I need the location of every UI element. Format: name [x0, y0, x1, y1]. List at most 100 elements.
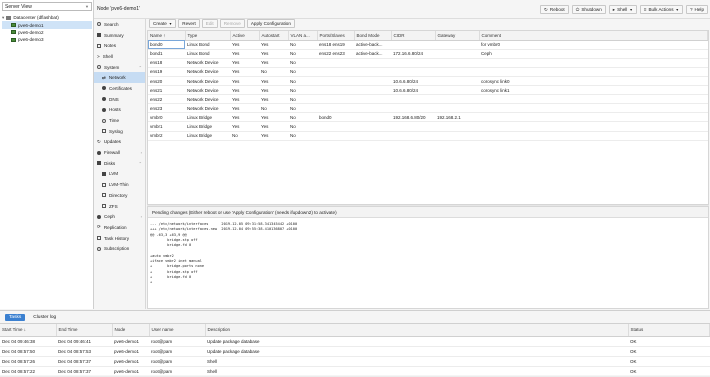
- menu-syslog[interactable]: Syslog: [94, 126, 145, 137]
- column-header[interactable]: Ports/Slaves: [317, 31, 355, 41]
- tree-node-pve6-demo3[interactable]: pve6-demo3: [2, 36, 92, 43]
- table-cell: [317, 103, 354, 114]
- tree-node-pve6-demo1[interactable]: pve6-demo1: [2, 21, 92, 29]
- menu-label: LVM-Thin: [109, 182, 129, 188]
- table-cell: Yes: [230, 67, 259, 77]
- menu-firewall[interactable]: Firewall ›: [94, 147, 145, 158]
- menu-task-history[interactable]: Task History: [94, 233, 145, 244]
- table-cell: pve6-demo1: [112, 356, 149, 367]
- menu-updates[interactable]: ↻ Updates: [94, 137, 145, 148]
- network-row[interactable]: ens21 Network Device Yes Yes No 10.6.6.80/24 c…: [148, 85, 708, 96]
- tree-node-label: pve6-demo1: [18, 22, 44, 28]
- chevron-right-icon: ›: [140, 150, 142, 156]
- datacenter-label: Datacenter (dflashbat): [13, 15, 59, 21]
- menu-system[interactable]: System ⌃: [94, 62, 145, 73]
- table-cell: Shell: [205, 356, 628, 367]
- column-header[interactable]: CIDR: [391, 31, 436, 41]
- table-cell: pve6-demo1: [112, 346, 149, 357]
- chevron-right-icon: ›: [140, 214, 142, 220]
- column-header[interactable]: Gateway: [435, 31, 480, 41]
- column-header[interactable]: Autostart: [259, 31, 289, 41]
- tab-cluster-log[interactable]: Cluster log: [29, 314, 60, 321]
- menu-ceph[interactable]: Ceph ›: [94, 211, 145, 222]
- network-row[interactable]: ens23 Network Device Yes No No: [148, 103, 708, 114]
- table-cell: for vmbr0: [479, 40, 708, 50]
- table-cell: bond1: [148, 49, 185, 59]
- network-row[interactable]: vmbr2 Linux Bridge No Yes No: [148, 131, 708, 141]
- create-button[interactable]: Create ▼: [149, 19, 177, 28]
- network-table: Name ↑ Type Active Autostart VLAN a... Ports/…: [148, 31, 708, 141]
- tree-node-pve6-demo2[interactable]: pve6-demo2: [2, 29, 92, 36]
- menu-replication[interactable]: ⟳ Replication: [94, 222, 145, 233]
- chevron-down-icon: ▼: [168, 21, 173, 26]
- shutdown-button[interactable]: ⏻ Shutdown: [571, 5, 606, 14]
- task-row[interactable]: Dec 04 09:46:38 Dec 04 09:46:41 pve6-demo1…: [0, 336, 710, 347]
- menu-lvm[interactable]: LVM: [94, 169, 145, 180]
- network-row[interactable]: bond1 Linux Bond Yes Yes No ens22 ens23 active…: [148, 49, 708, 59]
- column-header[interactable]: VLAN a...: [288, 31, 318, 41]
- table-cell: [479, 121, 708, 132]
- revert-button[interactable]: Revert: [178, 19, 200, 28]
- menu-time[interactable]: Time: [94, 115, 145, 126]
- bulk-actions-button[interactable]: ≡ Bulk Actions ▼: [639, 5, 683, 14]
- apply-label: Apply Configuration: [250, 21, 291, 26]
- reboot-button[interactable]: ↻ Reboot: [540, 5, 569, 14]
- menu-shell[interactable]: > Shell: [94, 51, 145, 62]
- menu-subscription[interactable]: Subscription: [94, 243, 145, 254]
- shell-button[interactable]: ▸ Shell ▼: [608, 5, 637, 14]
- network-row[interactable]: ens18 Network Device Yes Yes No: [148, 58, 708, 68]
- table-cell: Dec 04 09:46:41: [56, 336, 112, 347]
- column-header[interactable]: Node: [112, 324, 150, 337]
- revert-label: Revert: [182, 21, 196, 26]
- network-icon: ⇄: [102, 74, 106, 80]
- column-header[interactable]: Bond Mode: [354, 31, 392, 41]
- network-row[interactable]: ens19 Network Device Yes No No: [148, 67, 708, 77]
- column-header[interactable]: Type: [185, 31, 231, 41]
- tree-datacenter[interactable]: ▾ Datacenter (dflashbat): [2, 14, 92, 21]
- column-header[interactable]: Status: [628, 324, 710, 337]
- menu-summary[interactable]: Summary: [94, 30, 145, 41]
- table-cell: [391, 131, 435, 141]
- network-row[interactable]: vmbr1 Linux Bridge Yes Yes No: [148, 121, 708, 132]
- table-cell: ens22 ens23: [317, 49, 354, 59]
- menu-certificates[interactable]: Certificates: [94, 83, 145, 94]
- menu-disks[interactable]: Disks ⌃: [94, 158, 145, 169]
- table-cell: [317, 131, 354, 141]
- column-header[interactable]: Start Time ↓: [0, 324, 57, 337]
- table-cell: [354, 58, 391, 68]
- column-header[interactable]: Active: [230, 31, 260, 41]
- menu-directory[interactable]: Directory: [94, 190, 145, 201]
- network-row[interactable]: ens20 Network Device Yes Yes No 10.6.6.80/24 c…: [148, 76, 708, 87]
- network-row[interactable]: bond0 Linux Bond Yes Yes No ens18 ens19 active…: [148, 40, 708, 50]
- column-header[interactable]: Name ↑: [148, 31, 186, 41]
- column-header[interactable]: Comment: [479, 31, 708, 41]
- task-row[interactable]: Dec 04 08:57:50 Dec 04 08:57:53 pve6-demo1…: [0, 346, 710, 357]
- menu-hosts[interactable]: Hosts: [94, 105, 145, 116]
- menu-dns[interactable]: DNS: [94, 94, 145, 105]
- table-cell: [435, 131, 479, 141]
- task-row[interactable]: Dec 04 08:57:26 Dec 04 08:57:37 pve6-demo1…: [0, 356, 710, 367]
- apply-configuration-button[interactable]: Apply Configuration: [246, 19, 295, 28]
- network-row[interactable]: vmbr0 Linux Bridge Yes Yes No bond0 192.168.6.…: [148, 112, 708, 123]
- edit-button[interactable]: Edit: [201, 19, 218, 28]
- network-row[interactable]: ens22 Network Device Yes Yes No: [148, 94, 708, 105]
- server-icon: [11, 37, 16, 42]
- menu-lvm-thin[interactable]: LVM-Thin: [94, 179, 145, 190]
- menu-zfs[interactable]: ZFS: [94, 201, 145, 212]
- view-selector[interactable]: Server View ▼: [2, 2, 92, 11]
- chevron-down-icon: ▼: [629, 7, 633, 12]
- reboot-label: Reboot: [549, 7, 565, 12]
- table-cell: Network Device: [185, 103, 230, 114]
- remove-button[interactable]: Remove: [219, 19, 245, 28]
- menu-notes[interactable]: Notes: [94, 40, 145, 51]
- column-header[interactable]: User name: [149, 324, 206, 337]
- chevron-up-icon: ⌃: [138, 160, 142, 166]
- table-cell: Dec 04 08:57:53: [56, 346, 112, 357]
- tab-tasks[interactable]: Tasks: [5, 313, 26, 321]
- help-button[interactable]: ? Help: [685, 5, 708, 14]
- menu-network[interactable]: ⇄ Network: [94, 72, 145, 84]
- table-cell: root@pam: [149, 336, 205, 347]
- column-header[interactable]: End Time: [56, 324, 113, 337]
- menu-search[interactable]: Search: [94, 19, 145, 30]
- column-header[interactable]: Description: [205, 324, 629, 337]
